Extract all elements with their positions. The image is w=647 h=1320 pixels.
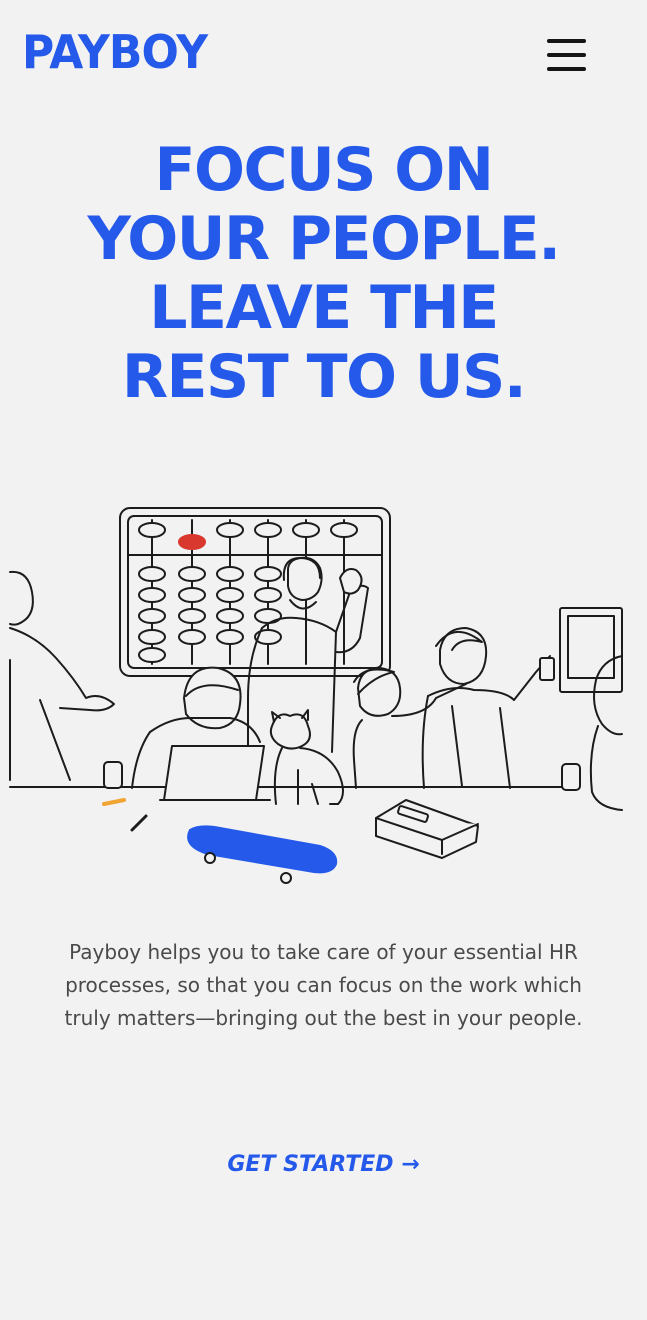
menu-bar-middle bbox=[547, 53, 586, 57]
person-left bbox=[9, 570, 115, 781]
game-console bbox=[375, 799, 479, 859]
hero-title-line-1: FOCUS ON bbox=[154, 135, 494, 205]
hero-title-line-2: YOUR PEOPLE. bbox=[87, 204, 561, 274]
payboy-logo[interactable]: PAYBOY bbox=[22, 29, 208, 76]
person-laptop bbox=[131, 666, 271, 801]
description-text: Payboy helps you to take care of your es… bbox=[64, 940, 583, 1030]
landing-page: PAYBOY FOCUS ON YOUR PEOPLE. LEAVE THE R… bbox=[0, 0, 647, 1320]
arrow-right-icon: → bbox=[401, 1152, 420, 1177]
hero-title-line-3: LEAVE THE bbox=[149, 273, 499, 343]
hamburger-menu-button[interactable] bbox=[540, 36, 592, 76]
hero-title: FOCUS ON YOUR PEOPLE. LEAVE THE REST TO … bbox=[0, 136, 647, 412]
get-started-link[interactable]: GET STARTED → bbox=[0, 1152, 647, 1177]
person-right bbox=[589, 655, 623, 811]
person-seated bbox=[352, 667, 467, 789]
person-phone bbox=[421, 627, 555, 789]
hero-title-line-4: REST TO US. bbox=[121, 342, 527, 412]
wall-frame bbox=[559, 607, 623, 693]
menu-bar-bottom bbox=[547, 67, 586, 71]
team-illustration bbox=[9, 507, 623, 884]
menu-bar-top bbox=[547, 39, 586, 43]
skateboard bbox=[187, 825, 338, 884]
get-started-label: GET STARTED bbox=[227, 1152, 394, 1177]
